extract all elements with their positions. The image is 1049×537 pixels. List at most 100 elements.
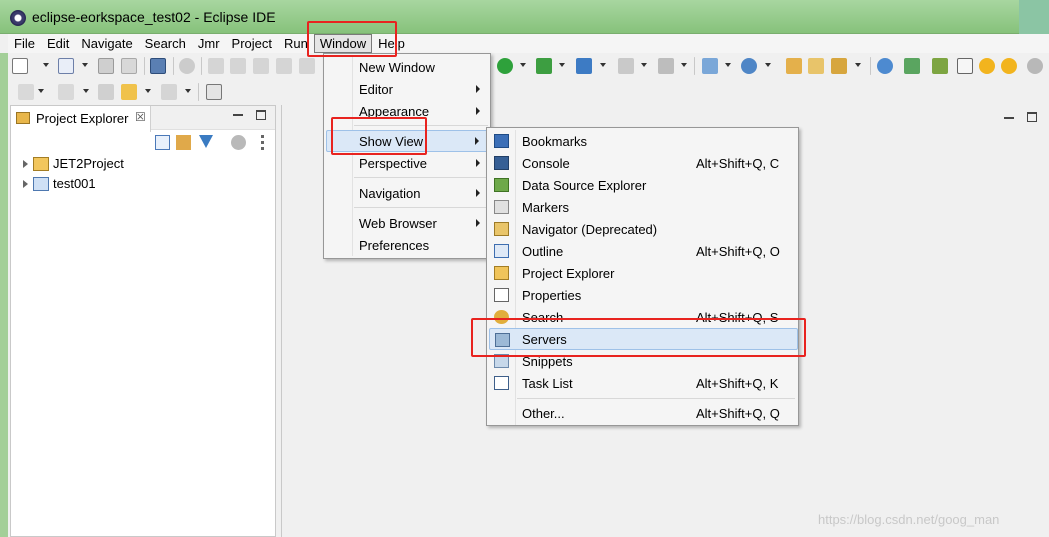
expand-arrow-icon[interactable] (23, 160, 28, 168)
view-item-snippets[interactable]: Snippets (489, 350, 798, 372)
skip-breakpoints-icon[interactable] (179, 58, 195, 74)
title-bar[interactable]: eclipse-eorkspace_test02 - Eclipse IDE (0, 0, 1049, 34)
terminate-icon[interactable] (253, 58, 269, 74)
annotation-prev-icon[interactable] (58, 84, 74, 100)
view-item-markers[interactable]: Markers (489, 196, 798, 218)
deploy-icon[interactable] (904, 58, 920, 74)
bookmarks-icon (494, 134, 509, 148)
view-item-console[interactable]: Console Alt+Shift+Q, C (489, 152, 798, 174)
view-options-icon[interactable] (231, 135, 246, 150)
menu-item-show-view[interactable]: Show View (326, 130, 490, 152)
forward-dropdown-arrow[interactable] (185, 89, 191, 93)
view-item-outline[interactable]: Outline Alt+Shift+Q, O (489, 240, 798, 262)
new-file-icon[interactable] (12, 58, 28, 74)
tool-dropdown-arrow[interactable] (681, 63, 687, 67)
menu-item-web-browser[interactable]: Web Browser (326, 212, 490, 234)
resume-icon[interactable] (208, 58, 224, 74)
open-console-icon[interactable] (150, 58, 166, 74)
forward-icon[interactable] (161, 84, 177, 100)
minimize-icon[interactable] (1004, 117, 1014, 119)
help-icon[interactable] (979, 58, 995, 74)
external-tools-icon[interactable] (618, 58, 634, 74)
disconnect-icon[interactable] (276, 58, 292, 74)
last-edit-icon[interactable] (98, 84, 114, 100)
external-tools-dropdown-arrow[interactable] (641, 63, 647, 67)
filter-icon[interactable] (199, 135, 213, 148)
menu-item-new-window[interactable]: New Window (326, 56, 490, 78)
minimize-icon[interactable] (233, 114, 243, 116)
debug-icon[interactable] (536, 58, 552, 74)
settings-icon[interactable] (1027, 58, 1043, 74)
web-service-dropdown-arrow[interactable] (765, 63, 771, 67)
new-package-dropdown-arrow[interactable] (82, 63, 88, 67)
view-item-other[interactable]: Other... Alt+Shift+Q, Q (489, 402, 798, 424)
menu-item-editor[interactable]: Editor (326, 78, 490, 100)
annotation-next-icon[interactable] (18, 84, 34, 100)
view-item-servers[interactable]: Servers (489, 328, 798, 350)
step-into-icon[interactable] (299, 58, 315, 74)
new-server-icon[interactable] (702, 58, 718, 74)
maximize-icon[interactable] (1027, 112, 1037, 122)
save-icon[interactable] (98, 58, 114, 74)
expand-arrow-icon[interactable] (23, 180, 28, 188)
menu-search[interactable]: Search (139, 34, 192, 53)
web-service-icon[interactable] (741, 58, 757, 74)
menu-jmr[interactable]: Jmr (192, 34, 226, 53)
debug-dropdown-arrow[interactable] (559, 63, 565, 67)
menu-project[interactable]: Project (226, 34, 278, 53)
view-item-properties[interactable]: Properties (489, 284, 798, 306)
search-tool-icon[interactable] (831, 58, 847, 74)
menu-item-appearance[interactable]: Appearance (326, 100, 490, 122)
view-toolbar (11, 132, 275, 154)
back-dropdown-arrow[interactable] (145, 89, 151, 93)
view-item-search[interactable]: Search Alt+Shift+Q, S (489, 306, 798, 328)
view-menu-icon[interactable] (261, 135, 265, 150)
view-item-navigator[interactable]: Navigator (Deprecated) (489, 218, 798, 240)
menu-item-label: New Window (359, 60, 435, 75)
link-with-editor-icon[interactable] (176, 135, 191, 150)
open-type-icon[interactable] (786, 58, 802, 74)
save-all-icon[interactable] (121, 58, 137, 74)
view-item-data-source-explorer[interactable]: Data Source Explorer (489, 174, 798, 196)
tool-icon[interactable] (658, 58, 674, 74)
suspend-icon[interactable] (230, 58, 246, 74)
close-icon[interactable]: ☒ (135, 110, 146, 124)
secondary-toolbar (8, 79, 268, 105)
coverage-icon[interactable] (576, 58, 592, 74)
run-icon[interactable] (497, 58, 513, 74)
annotation-next-dropdown-arrow[interactable] (38, 89, 44, 93)
plugin-icon[interactable] (932, 58, 948, 74)
project-explorer-view: Project Explorer ☒ JET2Project test001 (10, 105, 276, 537)
collapse-all-icon[interactable] (155, 135, 170, 150)
menu-run[interactable]: Run (278, 34, 314, 53)
view-item-task-list[interactable]: Task List Alt+Shift+Q, K (489, 372, 798, 394)
menu-window[interactable]: Window (313, 34, 373, 53)
search-dropdown-arrow[interactable] (855, 63, 861, 67)
new-server-dropdown-arrow[interactable] (725, 63, 731, 67)
view-item-bookmarks[interactable]: Bookmarks (489, 130, 798, 152)
menu-item-perspective[interactable]: Perspective (326, 152, 490, 174)
coverage-dropdown-arrow[interactable] (600, 63, 606, 67)
window-menu-dropdown: New Window Editor Appearance Show View P… (323, 53, 491, 259)
new-package-icon[interactable] (58, 58, 74, 74)
menu-item-preferences[interactable]: Preferences (326, 234, 490, 256)
maximize-icon[interactable] (256, 110, 266, 120)
tab-project-explorer[interactable]: Project Explorer ☒ (11, 106, 151, 132)
eclipse-window: eclipse-eorkspace_test02 - Eclipse IDE F… (0, 0, 1049, 537)
binary-icon[interactable] (957, 58, 973, 74)
menu-edit[interactable]: Edit (41, 34, 75, 53)
menu-item-navigation[interactable]: Navigation (326, 182, 490, 204)
new-dropdown-arrow[interactable] (43, 63, 49, 67)
back-icon[interactable] (121, 84, 137, 100)
menu-navigate[interactable]: Navigate (75, 34, 138, 53)
globe-icon[interactable] (877, 58, 893, 74)
menu-help[interactable]: Help (372, 34, 411, 53)
menu-file[interactable]: File (8, 34, 41, 53)
run-dropdown-arrow[interactable] (520, 63, 526, 67)
annotation-prev-dropdown-arrow[interactable] (83, 89, 89, 93)
background-window-edge (1019, 0, 1049, 34)
view-item-project-explorer[interactable]: Project Explorer (489, 262, 798, 284)
open-folder-icon[interactable] (808, 58, 824, 74)
pin-editor-icon[interactable] (206, 84, 222, 100)
help-contents-icon[interactable] (1001, 58, 1017, 74)
